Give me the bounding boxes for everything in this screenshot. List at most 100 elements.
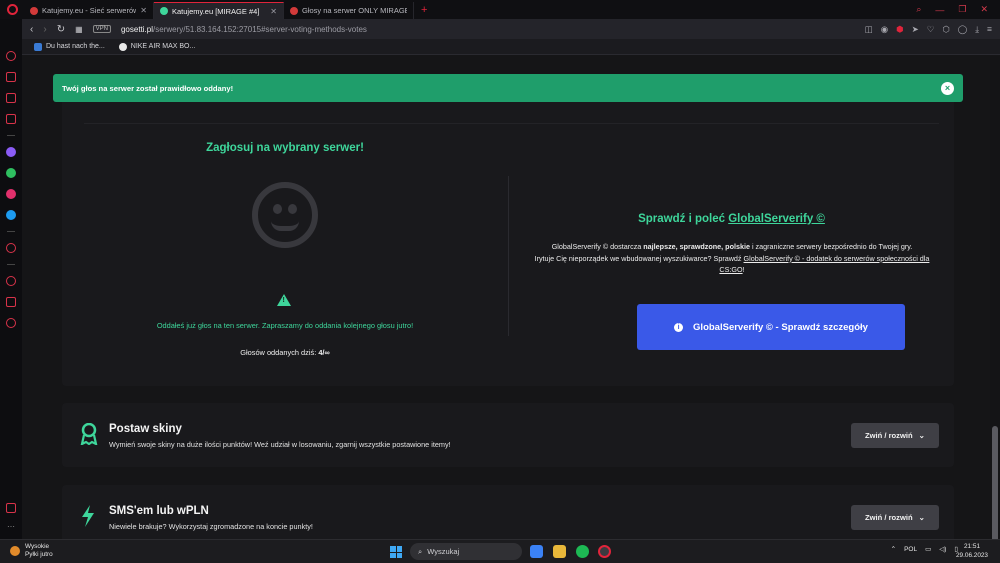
volume-icon[interactable]: ◁) xyxy=(939,545,946,553)
clock-time: 21:51 xyxy=(964,543,980,550)
bookmark-item[interactable]: Du hast nach the... xyxy=(34,42,105,51)
tab-glosy[interactable]: Głosy na serwer ONLY MIRAGE xyxy=(284,2,414,19)
promo-title-link[interactable]: GlobalServerify © xyxy=(728,213,825,225)
search-tabs-icon[interactable]: ⌕ xyxy=(916,4,921,15)
address-bar: ‹ › ↻ ▦ VPN gosetti.pl/serwery/51.83.164… xyxy=(22,19,1000,39)
extensions-icon[interactable]: ⬡ xyxy=(942,24,949,35)
award-icon xyxy=(80,422,98,450)
promo-desc-text: i zagraniczne serwery bezpośrednio do Tw… xyxy=(751,242,913,251)
browser-window: Katujemy.eu - Sieć serwerów ✕ Katujemy.e… xyxy=(0,0,1000,563)
votes-today-value: 4/∞ xyxy=(318,348,330,357)
weather-line-1: Wysokie xyxy=(25,543,50,550)
reload-icon[interactable]: ↻ xyxy=(57,24,65,35)
info-icon: i xyxy=(674,322,684,332)
sidebar-bottom: ⋯ xyxy=(6,503,16,533)
back-icon[interactable]: ‹ xyxy=(30,24,33,35)
adblock-icon[interactable]: ⬢ xyxy=(896,24,903,35)
weather-text: Wysokie Pyłki jutro xyxy=(25,543,53,559)
globalserverify-button[interactable]: i GlobalServerify © - Sprawdź szczegóły xyxy=(637,304,905,350)
promo-desc-end: ! xyxy=(742,265,745,274)
chevron-down-icon: ⌄ xyxy=(918,513,926,522)
chevron-up-icon[interactable]: ⌃ xyxy=(891,545,896,553)
toast-close-icon[interactable]: × xyxy=(941,81,954,95)
votes-today-label: Głosów oddanych dziś: xyxy=(240,348,317,357)
vpn-badge[interactable]: VPN xyxy=(92,25,111,33)
favicon-icon xyxy=(30,6,38,15)
close-tab-icon[interactable]: ✕ xyxy=(140,6,147,15)
camera-icon[interactable]: ◉ xyxy=(881,24,888,35)
network-icon[interactable]: ▭ xyxy=(925,545,931,553)
clock[interactable]: 21:51 29.06.2023 xyxy=(956,543,988,560)
gallery-icon[interactable] xyxy=(6,503,16,513)
menu-icon[interactable]: ≡ xyxy=(987,24,992,35)
section-title: SMS'em lub wPLN xyxy=(109,505,209,517)
download-bookmark-icon xyxy=(34,42,42,51)
toggle-section-button[interactable]: Zwiń / rozwiń ⌄ xyxy=(851,505,939,530)
weather-line-2: Pyłki jutro xyxy=(25,551,53,558)
vote-title: Zagłosuj na wybrany serwer! xyxy=(206,142,364,154)
settings-icon[interactable] xyxy=(6,318,16,328)
new-tab-button[interactable]: + xyxy=(414,2,434,19)
promo-title-prefix: Sprawdź i poleć xyxy=(638,213,726,225)
language-indicator[interactable]: POL xyxy=(904,546,917,553)
more-icon[interactable]: ⋯ xyxy=(6,523,16,533)
minimize-icon[interactable]: — xyxy=(935,5,944,15)
warning-icon: ! xyxy=(277,294,291,306)
forward-icon[interactable]: › xyxy=(43,24,46,35)
tab-title: Katujemy.eu - Sieć serwerów xyxy=(42,6,137,15)
speed-dial-icon[interactable]: ▦ xyxy=(75,25,83,34)
page-scrollbar[interactable] xyxy=(990,56,1000,563)
weather-widget[interactable]: Wysokie Pyłki jutro xyxy=(10,543,53,559)
tab-title: Katujemy.eu [MIRAGE #4] xyxy=(172,6,260,16)
store-app-icon[interactable] xyxy=(530,545,543,558)
lightning-icon xyxy=(80,505,96,532)
favicon-icon xyxy=(160,7,168,15)
tab-strip: Katujemy.eu - Sieć serwerów ✕ Katujemy.e… xyxy=(0,0,1000,19)
send-icon[interactable]: ➤ xyxy=(912,24,919,35)
opera-app-icon[interactable] xyxy=(598,545,611,558)
player-icon[interactable] xyxy=(6,243,16,253)
whatsapp-icon[interactable] xyxy=(6,168,16,178)
instagram-icon[interactable] xyxy=(6,189,16,199)
url-field[interactable]: gosetti.pl/serwery/51.83.164.152:27015#s… xyxy=(121,25,855,34)
bookmark-label: Du hast nach the... xyxy=(46,43,105,50)
page-content: Zagłosuj na wybrany serwer! ! Oddałeś ju… xyxy=(22,56,990,539)
start-button-icon[interactable] xyxy=(390,546,402,558)
close-tab-icon[interactable]: ✕ xyxy=(270,7,277,16)
speed-dial-sidebar-icon[interactable] xyxy=(6,51,16,61)
opera-sidebar: ⋯ xyxy=(0,19,22,539)
spotify-icon[interactable] xyxy=(576,545,589,558)
votes-today: Głosów oddanych dziś: 4/∞ xyxy=(62,348,508,357)
extensions-sidebar-icon[interactable] xyxy=(6,297,16,307)
twitter-icon[interactable] xyxy=(6,210,16,220)
pollen-icon xyxy=(10,546,20,556)
instagram-outline-icon[interactable] xyxy=(6,114,16,124)
file-explorer-icon[interactable] xyxy=(553,545,566,558)
address-actions: ◫ ◉ ⬢ ➤ ♡ ⬡ ◯ ⤓ ≡ xyxy=(865,24,992,35)
tab-title: Głosy na serwer ONLY MIRAGE xyxy=(302,6,407,15)
tab-katujemy-mirage[interactable]: Katujemy.eu [MIRAGE #4] ✕ xyxy=(154,2,284,19)
section-description: Wymień swoje skiny na duże ilości punktó… xyxy=(109,440,451,449)
opera-logo-icon[interactable] xyxy=(0,0,24,19)
close-window-icon[interactable]: ✕ xyxy=(980,4,988,15)
card-divider xyxy=(84,123,939,124)
promo-title: Sprawdź i poleć GlobalServerify © xyxy=(509,213,954,225)
toggle-section-button[interactable]: Zwiń / rozwiń ⌄ xyxy=(851,423,939,448)
maximize-icon[interactable]: ❐ xyxy=(958,4,966,15)
messenger-icon[interactable] xyxy=(6,147,16,157)
download-icon[interactable]: ⤓ xyxy=(975,24,979,35)
bookmark-item[interactable]: NIKE AIR MAX BO... xyxy=(118,42,195,51)
success-toast: Twój głos na serwer został prawidłowo od… xyxy=(53,74,963,102)
sidebar-divider xyxy=(7,264,15,265)
tab-katujemy-siec[interactable]: Katujemy.eu - Sieć serwerów ✕ xyxy=(24,2,154,19)
snapshot-icon[interactable]: ◫ xyxy=(865,24,873,35)
account-icon[interactable]: ◯ xyxy=(958,24,968,35)
shopping-bag-icon[interactable] xyxy=(6,72,16,82)
promo-addon-link[interactable]: GlobalServerify © - dodatek do serwerów … xyxy=(719,254,929,275)
heart-icon[interactable]: ♡ xyxy=(927,24,935,35)
twitch-icon[interactable] xyxy=(6,93,16,103)
history-icon[interactable] xyxy=(6,276,16,286)
promo-desc-bold: najlepsze, sprawdzone, polskie xyxy=(643,242,750,251)
url-path: /serwery/51.83.164.152:27015#server-voti… xyxy=(153,24,367,34)
taskbar-search[interactable]: ⌕ Wyszukaj xyxy=(410,543,522,560)
